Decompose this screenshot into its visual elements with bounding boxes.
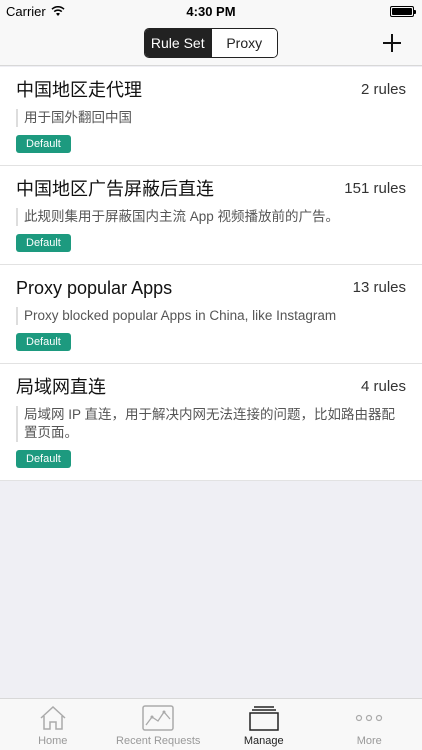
rule-count: 2 rules	[360, 81, 406, 98]
rule-set-title: Proxy popular Apps	[16, 278, 173, 298]
plus-icon[interactable]	[380, 31, 404, 55]
tab-more[interactable]: More	[317, 699, 422, 750]
tab-home-label: Home	[38, 735, 68, 747]
tab-bar: Home Recent Requests Manage More	[0, 698, 422, 750]
rule-set-description: 局域网 IP 直连，用于解决内网无法连接的问题，比如路由器配置页面。	[16, 406, 406, 442]
default-badge: Default	[16, 450, 71, 468]
tab-more-label: More	[356, 735, 382, 747]
rule-set-item[interactable]: 中国地区走代理 2 rules 用于国外翻回中国 Default	[0, 67, 422, 166]
rule-set-title: 中国地区走代理	[16, 80, 142, 100]
more-dots-icon	[356, 714, 383, 722]
rule-set-item[interactable]: 局域网直连 4 rules 局域网 IP 直连，用于解决内网无法连接的问题，比如…	[0, 364, 422, 481]
segment-proxy[interactable]: Proxy	[210, 29, 277, 57]
rule-set-item[interactable]: Proxy popular Apps 13 rules Proxy blocke…	[0, 265, 422, 364]
navigation-bar: Rule Set Proxy	[0, 22, 422, 66]
default-badge: Default	[16, 135, 71, 153]
tab-recent-requests[interactable]: Recent Requests	[106, 699, 212, 750]
rule-set-title: 局域网直连	[16, 377, 106, 397]
default-badge: Default	[16, 234, 71, 252]
tab-manage-label: Manage	[243, 735, 284, 747]
rule-count: 4 rules	[360, 378, 406, 395]
rule-proxy-segmented-control: Rule Set Proxy	[144, 28, 278, 58]
stack-icon	[249, 706, 279, 731]
segment-rule-set[interactable]: Rule Set	[145, 29, 211, 57]
status-bar: Carrier 4:30 PM	[0, 0, 422, 22]
rule-count: 151 rules	[344, 180, 406, 197]
default-badge: Default	[16, 333, 71, 351]
rule-set-description: 用于国外翻回中国	[16, 109, 406, 127]
chart-icon	[142, 705, 174, 731]
tab-recent-requests-label: Recent Requests	[116, 735, 201, 747]
battery-icon	[390, 6, 416, 17]
status-time: 4:30 PM	[186, 4, 236, 19]
tab-home[interactable]: Home	[0, 699, 106, 750]
rule-set-description: Proxy blocked popular Apps in China, lik…	[16, 307, 406, 325]
tab-manage[interactable]: Manage	[211, 699, 317, 750]
home-icon	[40, 705, 66, 730]
rule-set-list: 中国地区走代理 2 rules 用于国外翻回中国 Default 中国地区广告屏…	[0, 67, 422, 481]
rule-set-description: 此规则集用于屏蔽国内主流 App 视频播放前的广告。	[16, 208, 406, 226]
rule-set-item[interactable]: 中国地区广告屏蔽后直连 151 rules 此规则集用于屏蔽国内主流 App 视…	[0, 166, 422, 265]
rule-count: 13 rules	[352, 279, 406, 296]
